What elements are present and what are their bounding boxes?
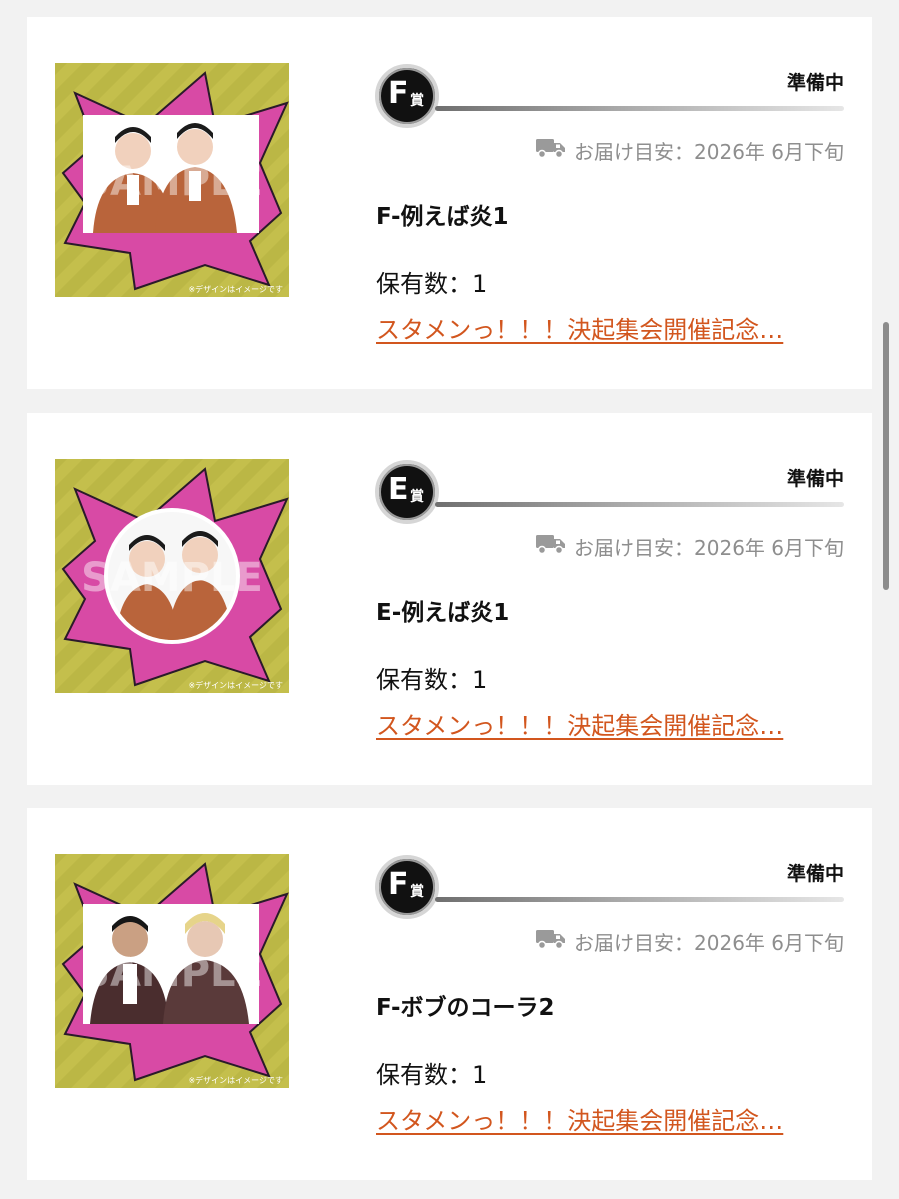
campaign-link[interactable]: スタメンっ！！！決起集会開催記念… [376, 1101, 842, 1136]
prize-title: E-例えば炎1 [376, 600, 510, 626]
prize-rank-suffix: 賞 [410, 884, 424, 900]
delivery-label: お届け目安： [574, 931, 695, 955]
badge-divider [435, 502, 844, 507]
delivery-label: お届け目安： [574, 140, 695, 164]
prize-title: F-例えば炎1 [376, 204, 509, 230]
truck-icon [536, 137, 566, 164]
image-caption: ※デザインはイメージです [188, 1075, 283, 1085]
quantity-row: 保有数：1 [376, 1055, 487, 1090]
quantity-label: 保有数： [376, 666, 472, 694]
prize-title: F-ボブのコーラ2 [376, 995, 555, 1021]
quantity-value: 1 [472, 1061, 488, 1089]
delivery-date: 2026年 6月下旬 [694, 140, 844, 164]
status-label: 準備中 [786, 468, 844, 490]
quantity-row: 保有数：1 [376, 660, 487, 695]
sample-watermark: SAMPLE [81, 950, 263, 996]
prize-card[interactable]: SAMPLE ※デザインはイメージです F 賞 準備中 お届け目安： 2026年 … [27, 808, 872, 1180]
image-caption: ※デザインはイメージです [188, 680, 283, 690]
delivery-label: お届け目安： [574, 536, 695, 560]
prize-image[interactable]: SAMPLE ※デザインはイメージです [55, 63, 289, 297]
prize-card[interactable]: SAMPLE ※デザインはイメージです F 賞 準備中 お届け目安： 2026年 … [27, 17, 872, 389]
quantity-value: 1 [472, 666, 488, 694]
prize-artwork: SAMPLE ※デザインはイメージです [55, 459, 289, 693]
status-label: 準備中 [786, 72, 844, 94]
quantity-row: 保有数：1 [376, 264, 487, 299]
prize-rank-suffix: 賞 [410, 489, 424, 505]
prize-rank-letter: E [388, 472, 409, 507]
delivery-estimate: お届け目安： 2026年 6月下旬 [536, 136, 844, 165]
quantity-label: 保有数： [376, 270, 472, 298]
campaign-link[interactable]: スタメンっ！！！決起集会開催記念… [376, 706, 842, 741]
delivery-date: 2026年 6月下旬 [694, 536, 844, 560]
truck-icon [536, 928, 566, 955]
prize-artwork: SAMPLE ※デザインはイメージです [55, 854, 289, 1088]
prize-rank-letter: F [388, 76, 409, 111]
sample-watermark: SAMPLE [81, 159, 263, 205]
campaign-link[interactable]: スタメンっ！！！決起集会開催記念… [376, 310, 842, 345]
delivery-date: 2026年 6月下旬 [694, 931, 844, 955]
quantity-label: 保有数： [376, 1061, 472, 1089]
prize-image[interactable]: SAMPLE ※デザインはイメージです [55, 854, 289, 1088]
truck-icon [536, 533, 566, 560]
prize-artwork: SAMPLE ※デザインはイメージです [55, 63, 289, 297]
prize-rank-badge: F 賞 [375, 64, 439, 128]
delivery-estimate: お届け目安： 2026年 6月下旬 [536, 532, 844, 561]
badge-divider [435, 897, 844, 902]
status-label: 準備中 [786, 863, 844, 885]
delivery-estimate: お届け目安： 2026年 6月下旬 [536, 927, 844, 956]
badge-divider [435, 106, 844, 111]
sample-watermark: SAMPLE [81, 555, 263, 601]
prize-image[interactable]: SAMPLE ※デザインはイメージです [55, 459, 289, 693]
prize-rank-letter: F [388, 867, 409, 902]
prize-rank-badge: F 賞 [375, 855, 439, 919]
prize-rank-badge: E 賞 [375, 460, 439, 524]
quantity-value: 1 [472, 270, 488, 298]
prize-card[interactable]: SAMPLE ※デザインはイメージです E 賞 準備中 お届け目安： 2026年 … [27, 413, 872, 785]
image-caption: ※デザインはイメージです [188, 284, 283, 294]
prize-rank-suffix: 賞 [410, 93, 424, 109]
scrollbar[interactable] [883, 322, 889, 590]
